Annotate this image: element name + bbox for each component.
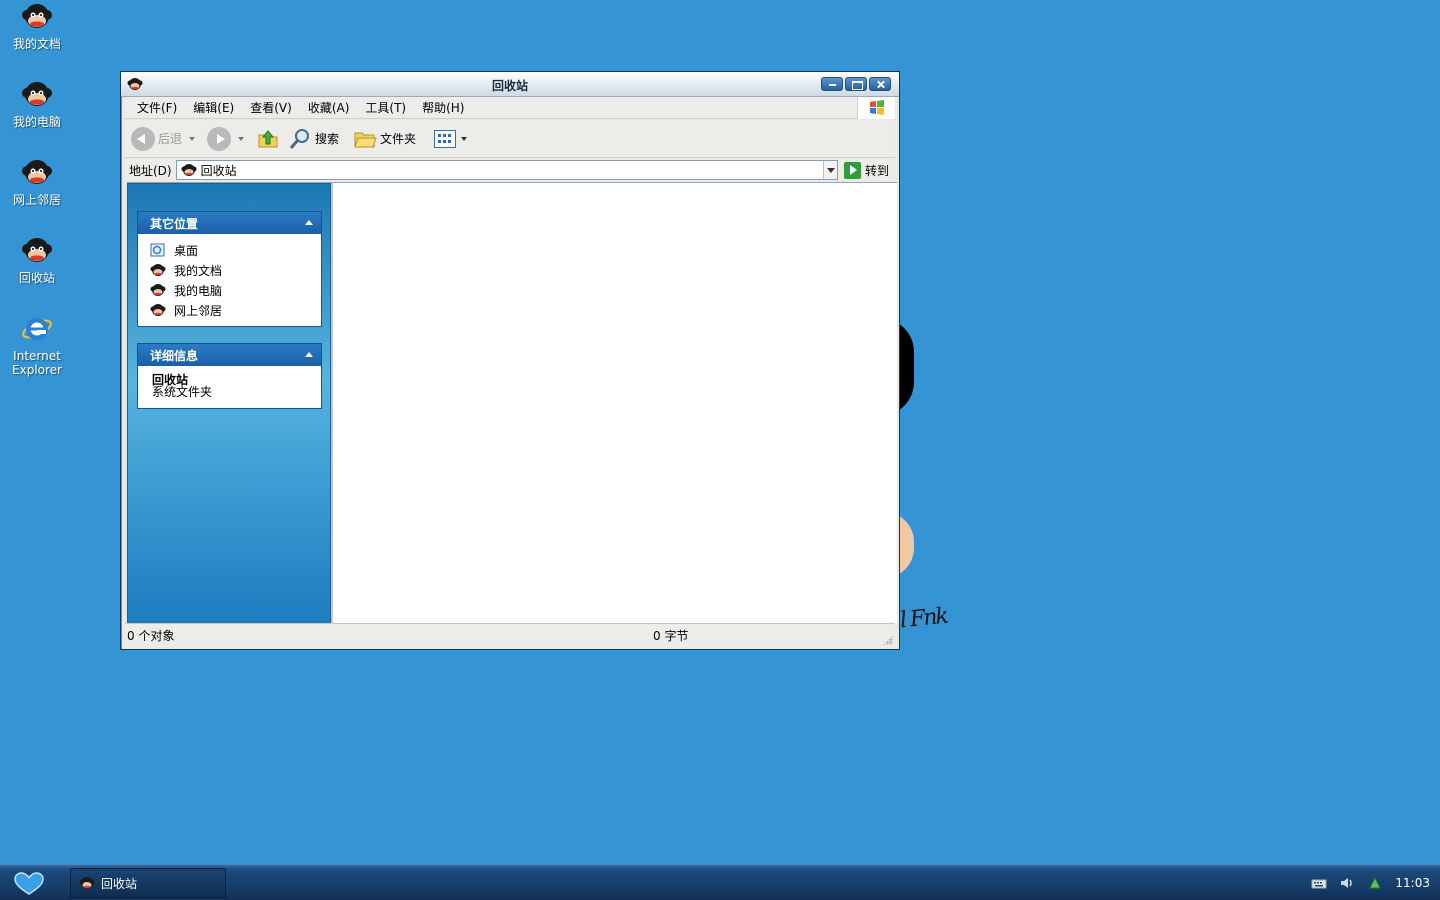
taskbar: 回收站 11:03 bbox=[0, 864, 1440, 900]
monkey-icon bbox=[22, 160, 52, 184]
search-icon bbox=[289, 128, 310, 149]
other-places-panel: 其它位置 桌面 我的文档 我的电脑 网上邻居 bbox=[137, 211, 322, 327]
minimize-button[interactable] bbox=[821, 77, 843, 91]
taskbar-item-recycle-bin[interactable]: 回收站 bbox=[70, 868, 226, 898]
title-bar[interactable]: 回收站 bbox=[121, 72, 899, 97]
desktop-icon-my-documents[interactable]: 我的文档 bbox=[4, 0, 70, 51]
folders-label: 文件夹 bbox=[380, 132, 417, 146]
back-button[interactable]: 后退 bbox=[131, 126, 199, 151]
menu-help[interactable]: 帮助(H) bbox=[414, 99, 472, 116]
clock[interactable]: 11:03 bbox=[1395, 876, 1430, 890]
desktop-icon-label: 我的文档 bbox=[12, 37, 61, 51]
place-label: 桌面 bbox=[174, 243, 199, 258]
monkey-icon bbox=[22, 238, 52, 262]
task-pane: 其它位置 桌面 我的文档 我的电脑 网上邻居 详细信息 回收站 系统文件夹 bbox=[127, 183, 331, 624]
menu-tools[interactable]: 工具(T) bbox=[357, 99, 414, 116]
views-dropdown-icon bbox=[461, 136, 468, 141]
other-places-title: 其它位置 bbox=[150, 216, 199, 231]
collapse-icon[interactable] bbox=[305, 352, 313, 357]
forward-arrow-icon bbox=[207, 126, 232, 151]
go-button[interactable]: 转到 bbox=[838, 161, 895, 179]
folders-button[interactable]: 文件夹 bbox=[353, 127, 416, 151]
place-label: 网上邻居 bbox=[174, 303, 223, 318]
search-button[interactable]: 搜索 bbox=[288, 127, 339, 151]
address-input[interactable]: 回收站 bbox=[175, 160, 838, 180]
go-arrow-icon bbox=[843, 161, 861, 179]
content-area: 其它位置 桌面 我的文档 我的电脑 网上邻居 详细信息 回收站 系统文件夹 bbox=[127, 182, 897, 624]
place-network[interactable]: 网上邻居 bbox=[150, 300, 321, 320]
monkey-icon bbox=[150, 264, 166, 276]
desktop-icon-my-computer[interactable]: 我的电脑 bbox=[4, 78, 70, 129]
monkey-icon bbox=[79, 877, 95, 889]
views-button[interactable] bbox=[434, 129, 471, 148]
taskbar-item-label: 回收站 bbox=[101, 876, 138, 891]
status-bar: 0 个对象 0 字节 bbox=[125, 623, 895, 647]
details-header[interactable]: 详细信息 bbox=[138, 344, 321, 366]
views-icon bbox=[434, 129, 457, 148]
go-label: 转到 bbox=[864, 163, 889, 178]
resize-grip[interactable] bbox=[883, 635, 893, 645]
maximize-button[interactable] bbox=[845, 77, 867, 91]
monkey-icon bbox=[22, 82, 52, 106]
internet-explorer-icon bbox=[22, 318, 52, 340]
windows-logo bbox=[857, 97, 895, 119]
monkey-icon bbox=[150, 304, 166, 316]
close-button[interactable] bbox=[869, 77, 891, 91]
window-title: 回收站 bbox=[491, 79, 528, 93]
desktop-icon-label: 网上邻居 bbox=[12, 193, 61, 207]
windows-flag-icon bbox=[870, 100, 884, 115]
address-bar: 地址(D) 回收站 转到 bbox=[125, 159, 895, 181]
menu-edit[interactable]: 编辑(E) bbox=[185, 99, 242, 116]
forward-button[interactable] bbox=[207, 126, 248, 151]
wallpaper-signature: l Fnk bbox=[898, 603, 948, 634]
desktop-icon-recycle-bin[interactable]: 回收站 bbox=[4, 234, 70, 285]
status-size: 0 字节 bbox=[653, 629, 689, 643]
folder-up-icon bbox=[258, 129, 278, 147]
desktop-icon-network[interactable]: 网上邻居 bbox=[4, 156, 70, 207]
file-list-area[interactable] bbox=[331, 183, 897, 624]
status-object-count: 0 个对象 bbox=[127, 629, 175, 643]
search-label: 搜索 bbox=[315, 132, 340, 146]
heart-icon bbox=[14, 872, 44, 895]
place-label: 我的电脑 bbox=[174, 283, 223, 298]
recycle-bin-window: 回收站 文件(F) 编辑(E) 查看(V) 收藏(A) 工具(T) 帮助(H) … bbox=[120, 71, 900, 650]
details-title: 详细信息 bbox=[150, 348, 199, 363]
menu-file[interactable]: 文件(F) bbox=[129, 99, 185, 116]
menu-favorites[interactable]: 收藏(A) bbox=[300, 99, 358, 116]
desktop-icon-label-line2: Explorer bbox=[12, 363, 62, 377]
monkey-icon bbox=[22, 4, 52, 28]
desktop-icon-internet-explorer[interactable]: Internet Explorer bbox=[4, 312, 70, 377]
details-panel: 详细信息 回收站 系统文件夹 bbox=[137, 343, 322, 409]
other-places-header[interactable]: 其它位置 bbox=[138, 212, 321, 234]
monkey-icon bbox=[150, 284, 166, 296]
back-dropdown-icon[interactable] bbox=[189, 136, 196, 141]
desktop-icon-label: 我的电脑 bbox=[12, 115, 61, 129]
collapse-icon[interactable] bbox=[305, 220, 313, 225]
forward-dropdown-icon[interactable] bbox=[238, 136, 245, 141]
place-my-documents[interactable]: 我的文档 bbox=[150, 260, 321, 280]
place-desktop[interactable]: 桌面 bbox=[150, 240, 321, 260]
address-label: 地址(D) bbox=[129, 163, 172, 178]
details-type: 系统文件夹 bbox=[152, 385, 213, 399]
system-tray: 11:03 bbox=[1311, 865, 1440, 900]
menu-view[interactable]: 查看(V) bbox=[242, 99, 300, 116]
network-status-icon[interactable] bbox=[1367, 875, 1383, 891]
back-label: 后退 bbox=[158, 132, 183, 146]
up-button[interactable] bbox=[256, 127, 280, 151]
place-label: 我的文档 bbox=[174, 263, 223, 278]
toolbar: 后退 搜索 文件夹 bbox=[125, 120, 895, 158]
address-value: 回收站 bbox=[200, 163, 237, 178]
place-my-computer[interactable]: 我的电脑 bbox=[150, 280, 321, 300]
desktop-icon bbox=[150, 243, 165, 257]
keyboard-icon[interactable] bbox=[1311, 875, 1327, 891]
menu-bar: 文件(F) 编辑(E) 查看(V) 收藏(A) 工具(T) 帮助(H) bbox=[125, 97, 895, 119]
volume-icon[interactable] bbox=[1339, 875, 1355, 891]
monkey-icon bbox=[181, 164, 197, 176]
address-dropdown-icon[interactable] bbox=[822, 161, 837, 179]
desktop-icon-label: 回收站 bbox=[18, 271, 55, 285]
back-arrow-icon bbox=[131, 126, 155, 151]
folder-icon bbox=[354, 132, 377, 147]
start-button[interactable] bbox=[10, 871, 48, 897]
desktop-icon-label-line1: Internet bbox=[13, 349, 61, 363]
